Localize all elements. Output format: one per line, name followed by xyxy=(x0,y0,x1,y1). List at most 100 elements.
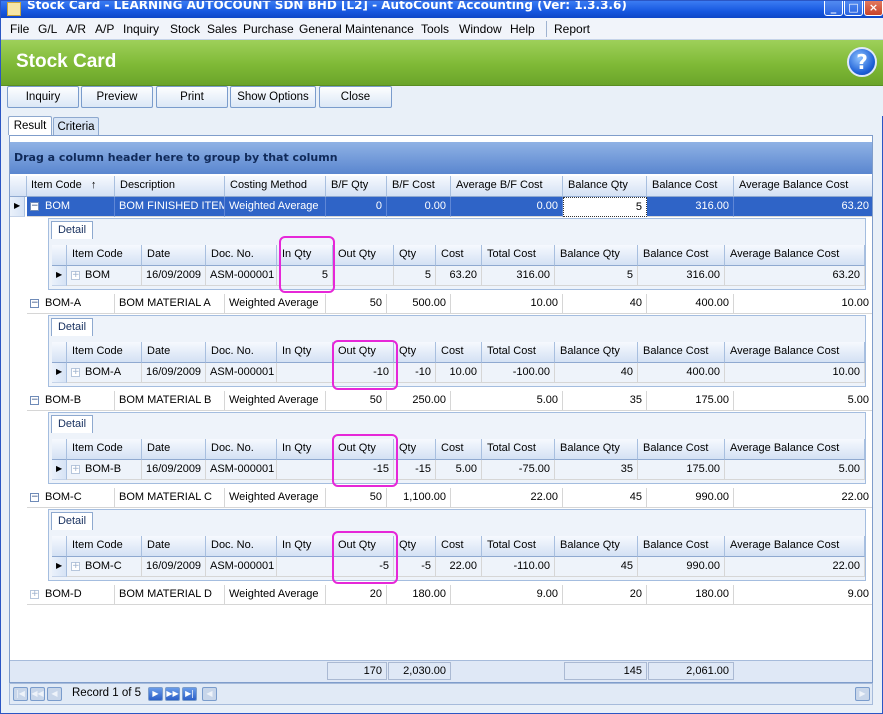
detail-col-in-qty[interactable]: In Qty xyxy=(277,439,333,460)
master-row-item-code[interactable]: BOM-A xyxy=(27,294,115,314)
detail-col-avg-balance-cost[interactable]: Average Balance Cost xyxy=(725,342,865,363)
help-icon[interactable]: ? xyxy=(847,47,877,77)
expand-icon[interactable]: + xyxy=(30,590,39,599)
detail-row-balance-qty[interactable]: 35 xyxy=(555,460,638,480)
scroll-right-button[interactable]: ▶ xyxy=(855,687,870,701)
next-page-button[interactable]: ▶▶ xyxy=(165,687,180,701)
detail-row-doc-no[interactable]: ASM-000001 xyxy=(206,557,277,577)
master-row-balance-cost[interactable]: 990.00 xyxy=(647,488,734,508)
detail-row-avg-balance-cost[interactable]: 10.00 xyxy=(725,363,865,383)
detail-row-in-qty[interactable] xyxy=(277,557,333,577)
detail-col-avg-balance-cost[interactable]: Average Balance Cost xyxy=(725,439,865,460)
detail-tab[interactable]: Detail xyxy=(51,221,93,239)
detail-col-total-cost[interactable]: Total Cost xyxy=(482,245,555,266)
col-bf-qty[interactable]: B/F Qty xyxy=(326,176,387,197)
detail-col-qty[interactable]: Qty xyxy=(394,536,436,557)
menu-help[interactable]: Help xyxy=(510,22,535,36)
expand-icon[interactable]: + xyxy=(71,271,80,280)
col-balance-cost[interactable]: Balance Cost xyxy=(647,176,734,197)
master-row-costing-method[interactable]: Weighted Average xyxy=(225,391,326,411)
col-item-code[interactable]: Item Code ↑ xyxy=(27,176,115,197)
master-row-bf-qty[interactable]: 50 xyxy=(326,294,387,314)
master-row-bf-cost[interactable]: 500.00 xyxy=(387,294,451,314)
detail-col-balance-qty[interactable]: Balance Qty xyxy=(555,342,638,363)
master-row-balance-cost[interactable]: 400.00 xyxy=(647,294,734,314)
inquiry-button[interactable]: Inquiry xyxy=(7,86,79,108)
master-row-balance-qty[interactable]: 5 xyxy=(563,197,647,217)
menu-sales[interactable]: Sales xyxy=(207,22,237,36)
detail-row-cost[interactable]: 22.00 xyxy=(436,557,482,577)
detail-row-out-qty[interactable] xyxy=(333,266,394,286)
master-row-avg-balance-cost[interactable]: 63.20 xyxy=(734,197,872,217)
master-row-balance-qty[interactable]: 40 xyxy=(563,294,647,314)
detail-row-doc-no[interactable]: ASM-000001 xyxy=(206,460,277,480)
detail-row-cost[interactable]: 10.00 xyxy=(436,363,482,383)
master-row-item-code[interactable]: BOM-C xyxy=(27,488,115,508)
collapse-icon[interactable]: − xyxy=(30,299,39,308)
master-row-avg-bf-cost[interactable]: 5.00 xyxy=(451,391,563,411)
detail-col-balance-cost[interactable]: Balance Cost xyxy=(638,245,725,266)
master-row-avg-bf-cost[interactable]: 22.00 xyxy=(451,488,563,508)
detail-row-cost[interactable]: 63.20 xyxy=(436,266,482,286)
master-row-description[interactable]: BOM MATERIAL D xyxy=(115,585,225,605)
col-balance-qty[interactable]: Balance Qty xyxy=(563,176,647,197)
detail-col-balance-qty[interactable]: Balance Qty xyxy=(555,536,638,557)
master-row-description[interactable]: BOM MATERIAL A xyxy=(115,294,225,314)
detail-row-avg-balance-cost[interactable]: 22.00 xyxy=(725,557,865,577)
detail-tab[interactable]: Detail xyxy=(51,318,93,336)
detail-row-balance-cost[interactable]: 175.00 xyxy=(638,460,725,480)
master-row-avg-bf-cost[interactable]: 9.00 xyxy=(451,585,563,605)
collapse-icon[interactable]: − xyxy=(30,396,39,405)
detail-row-total-cost[interactable]: 316.00 xyxy=(482,266,555,286)
detail-row-qty[interactable]: -15 xyxy=(394,460,436,480)
master-row-bf-qty[interactable]: 50 xyxy=(326,391,387,411)
detail-row-doc-no[interactable]: ASM-000001 xyxy=(206,266,277,286)
master-row-description[interactable]: BOM FINISHED ITEM xyxy=(115,197,225,217)
master-row-balance-qty[interactable]: 35 xyxy=(563,391,647,411)
master-row-balance-qty[interactable]: 45 xyxy=(563,488,647,508)
detail-col-date[interactable]: Date xyxy=(142,245,206,266)
detail-row-balance-qty[interactable]: 5 xyxy=(555,266,638,286)
menu-window[interactable]: Window xyxy=(459,22,502,36)
detail-col-doc-no[interactable]: Doc. No. xyxy=(206,439,277,460)
detail-row-avg-balance-cost[interactable]: 5.00 xyxy=(725,460,865,480)
master-row-description[interactable]: BOM MATERIAL C xyxy=(115,488,225,508)
detail-row-qty[interactable]: 5 xyxy=(394,266,436,286)
last-record-button[interactable]: ▶| xyxy=(182,687,197,701)
master-row-balance-cost[interactable]: 175.00 xyxy=(647,391,734,411)
col-bf-cost[interactable]: B/F Cost xyxy=(387,176,451,197)
menu-report[interactable]: Report xyxy=(554,22,590,36)
detail-row-balance-cost[interactable]: 400.00 xyxy=(638,363,725,383)
detail-col-cost[interactable]: Cost xyxy=(436,536,482,557)
detail-row-indicator[interactable]: ▶ xyxy=(52,363,67,383)
detail-row-total-cost[interactable]: -110.00 xyxy=(482,557,555,577)
expand-icon[interactable]: + xyxy=(71,368,80,377)
master-row-avg-bf-cost[interactable]: 0.00 xyxy=(451,197,563,217)
detail-col-cost[interactable]: Cost xyxy=(436,245,482,266)
detail-row-balance-qty[interactable]: 45 xyxy=(555,557,638,577)
master-row-avg-balance-cost[interactable]: 9.00 xyxy=(734,585,872,605)
master-row-bf-cost[interactable]: 180.00 xyxy=(387,585,451,605)
col-avg-bf-cost[interactable]: Average B/F Cost xyxy=(451,176,563,197)
tab-result[interactable]: Result xyxy=(8,116,52,135)
detail-col-cost[interactable]: Cost xyxy=(436,342,482,363)
detail-row-qty[interactable]: -10 xyxy=(394,363,436,383)
detail-col-in-qty[interactable]: In Qty xyxy=(277,342,333,363)
detail-col-date[interactable]: Date xyxy=(142,439,206,460)
maximize-button[interactable]: □ xyxy=(844,1,863,16)
detail-row-cost[interactable]: 5.00 xyxy=(436,460,482,480)
menu-tools[interactable]: Tools xyxy=(421,22,449,36)
detail-col-doc-no[interactable]: Doc. No. xyxy=(206,342,277,363)
detail-row-indicator[interactable]: ▶ xyxy=(52,460,67,480)
master-row-costing-method[interactable]: Weighted Average xyxy=(225,197,326,217)
expand-icon[interactable]: + xyxy=(71,465,80,474)
detail-col-total-cost[interactable]: Total Cost xyxy=(482,536,555,557)
col-costing-method[interactable]: Costing Method xyxy=(225,176,326,197)
detail-col-balance-cost[interactable]: Balance Cost xyxy=(638,536,725,557)
detail-row-date[interactable]: 16/09/2009 xyxy=(142,557,206,577)
detail-row-balance-cost[interactable]: 316.00 xyxy=(638,266,725,286)
detail-row-total-cost[interactable]: -75.00 xyxy=(482,460,555,480)
detail-col-avg-balance-cost[interactable]: Average Balance Cost xyxy=(725,245,865,266)
detail-col-out-qty[interactable]: Out Qty xyxy=(333,245,394,266)
collapse-icon[interactable]: − xyxy=(30,202,39,211)
